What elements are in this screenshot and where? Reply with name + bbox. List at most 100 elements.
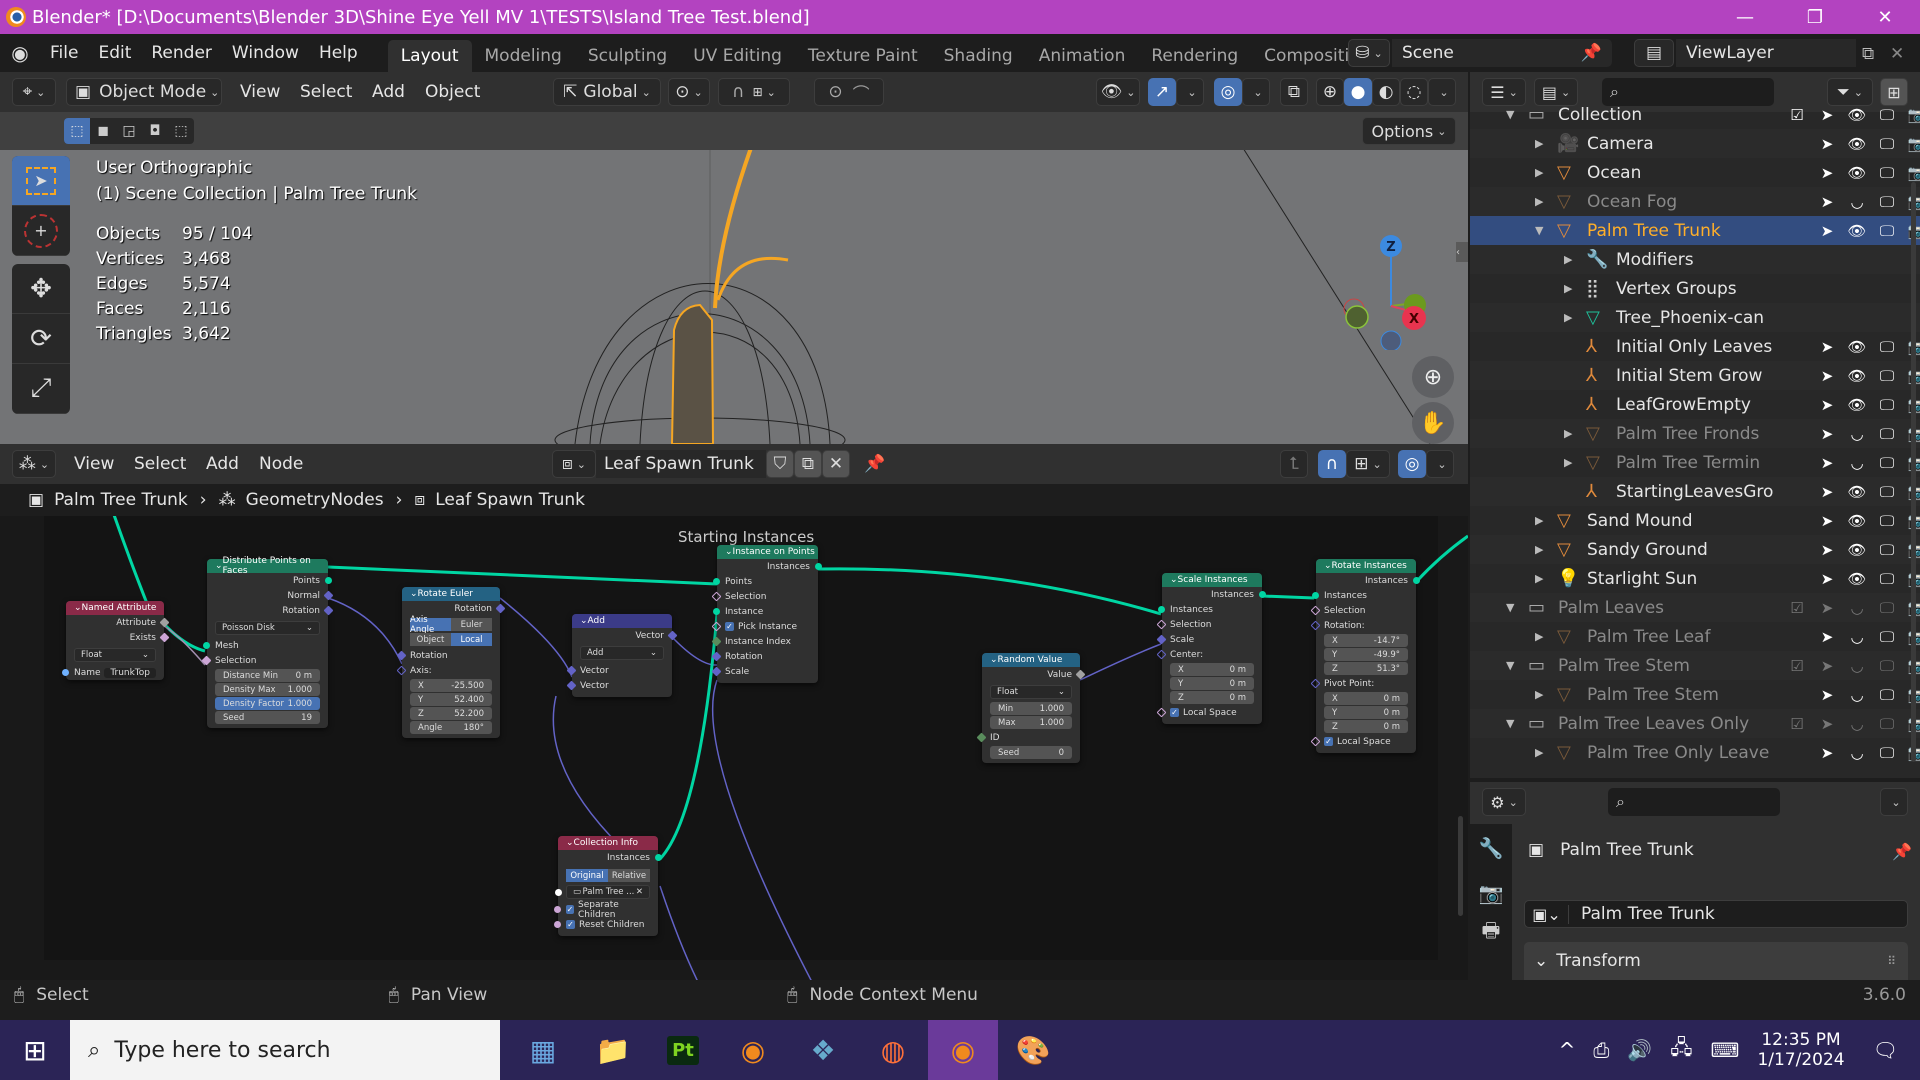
- eye-icon[interactable]: 👁: [1846, 512, 1868, 530]
- node-snap-toggle[interactable]: ∩: [1318, 450, 1346, 478]
- selectable-icon[interactable]: ➤: [1816, 686, 1838, 704]
- wireframe-shading-button[interactable]: ⊕: [1316, 78, 1344, 106]
- node-scale-instances[interactable]: ⌄ Scale Instances Instances Instances Se…: [1156, 573, 1266, 724]
- axis-z-field[interactable]: Z 52.200: [410, 707, 492, 720]
- separate-children-checkbox[interactable]: ✓: [566, 905, 574, 914]
- workspace-tab-texture-paint[interactable]: Texture Paint: [795, 40, 931, 72]
- expand-right-icon[interactable]: ▶: [1535, 514, 1543, 527]
- input-socket[interactable]: [1158, 606, 1165, 613]
- pin-icon[interactable]: 📌: [1892, 842, 1912, 861]
- viewport-display-icon[interactable]: 🖵: [1876, 541, 1898, 559]
- node-tree-browse-button[interactable]: ⧈ ⌄: [552, 450, 596, 478]
- selectable-icon[interactable]: ➤: [1816, 599, 1838, 617]
- node-header[interactable]: ⌄ Instance on Points: [717, 545, 818, 559]
- volume-icon[interactable]: 🔊: [1627, 1038, 1652, 1062]
- eye-closed-icon[interactable]: ◡: [1846, 599, 1868, 617]
- outliner-row[interactable]: ▼▽Palm Tree Trunk➤👁🖵📷: [1470, 216, 1920, 245]
- expand-right-icon[interactable]: ▶: [1535, 746, 1543, 759]
- select-invert-icon[interactable]: ◘: [142, 118, 168, 144]
- rotation-type-toggle[interactable]: Axis Angle Euler: [410, 615, 492, 635]
- expand-down-icon[interactable]: ▼: [1506, 108, 1514, 121]
- viewport-display-icon[interactable]: 🖵: [1876, 686, 1898, 704]
- eye-closed-icon[interactable]: ◡: [1846, 715, 1868, 733]
- viewport-display-icon[interactable]: 🖵: [1876, 657, 1898, 675]
- node-instance-on-points[interactable]: ⌄ Instance on Points Instances Points Se…: [711, 545, 822, 683]
- eye-icon[interactable]: 👁: [1846, 164, 1868, 182]
- selectable-icon[interactable]: ➤: [1816, 425, 1838, 443]
- axis-y-field[interactable]: Y 52.400: [410, 693, 492, 706]
- node-vector-add[interactable]: ⌄ Add Vector Add ⌄ Vector Vector: [566, 614, 678, 697]
- duplicate-tree-button[interactable]: ⧉: [794, 450, 822, 478]
- data-type-dropdown[interactable]: Float ⌄: [990, 685, 1072, 699]
- viewport-display-icon[interactable]: 🖵: [1876, 454, 1898, 472]
- outliner-row[interactable]: ▶▽Sandy Ground➤👁🖵📷: [1470, 535, 1920, 564]
- viewport-menu-view[interactable]: View: [230, 72, 290, 112]
- outliner-row[interactable]: ▶ ▽ Ocean ➤ 👁 🖵 📷: [1470, 158, 1920, 187]
- selectable-icon[interactable]: ➤: [1816, 715, 1838, 733]
- outliner-row[interactable]: ▶▽Palm Tree Leaf➤◡🖵📷: [1470, 622, 1920, 651]
- node-overlay-toggle[interactable]: ◎: [1398, 450, 1426, 478]
- selectable-icon[interactable]: ➤: [1816, 338, 1838, 356]
- viewport-display-icon[interactable]: 🖵: [1876, 570, 1898, 588]
- input-socket[interactable]: [713, 578, 720, 585]
- viewport-display-icon[interactable]: 🖵: [1876, 367, 1898, 385]
- node-tree-name-field[interactable]: Leaf Spawn Trunk: [596, 450, 766, 478]
- properties-options-dropdown[interactable]: ⌄: [1880, 788, 1908, 816]
- exclude-checkbox[interactable]: [1786, 454, 1808, 472]
- render-camera-icon[interactable]: 📷: [1906, 164, 1920, 182]
- close-button[interactable]: ✕: [1850, 0, 1920, 34]
- select-box-tool[interactable]: ➤: [12, 156, 70, 206]
- data-type-dropdown[interactable]: Float ⌄: [74, 648, 156, 662]
- output-socket[interactable]: [325, 577, 332, 584]
- unlink-tree-button[interactable]: ✕: [822, 450, 850, 478]
- taskbar-app-firefox[interactable]: ◍: [858, 1020, 928, 1080]
- input-socket[interactable]: [62, 669, 69, 676]
- selectable-icon[interactable]: ➤: [1816, 396, 1838, 414]
- outliner-row[interactable]: ▶▽Sand Mound➤👁🖵📷: [1470, 506, 1920, 535]
- input-socket[interactable]: [554, 921, 561, 928]
- eye-closed-icon[interactable]: ◡: [1846, 193, 1868, 211]
- local-space-checkbox[interactable]: ✓: [1324, 737, 1333, 746]
- viewport-menu-add[interactable]: Add: [362, 72, 415, 112]
- eye-closed-icon[interactable]: ◡: [1846, 425, 1868, 443]
- transform-space-toggle[interactable]: Original Relative: [566, 869, 650, 882]
- exclude-checkbox[interactable]: [1786, 338, 1808, 356]
- max-field[interactable]: Max 1.000: [990, 716, 1072, 729]
- expand-right-icon[interactable]: ▶: [1564, 456, 1572, 469]
- overlay-dropdown[interactable]: ⌄: [1242, 78, 1270, 106]
- reset-children-checkbox[interactable]: ✓: [566, 920, 575, 929]
- zoom-view-button[interactable]: ⊕: [1412, 356, 1454, 398]
- viewport-display-icon[interactable]: 🖵: [1876, 744, 1898, 762]
- properties-search-input[interactable]: ⌕: [1608, 788, 1780, 816]
- node-collection-info[interactable]: ⌄ Collection Info Instances Original Rela…: [554, 836, 662, 936]
- rotate-tool[interactable]: ⟳: [12, 314, 70, 364]
- select-subtract-icon[interactable]: ◲: [116, 118, 142, 144]
- option-relative[interactable]: Relative: [608, 869, 650, 882]
- center-x-field[interactable]: X 0 m: [1170, 663, 1254, 676]
- input-socket[interactable]: [554, 906, 561, 913]
- sidebar-toggle[interactable]: ‹: [1456, 242, 1468, 262]
- editor-type-button[interactable]: ⌖ ⌄: [12, 78, 56, 106]
- workspace-tab-uv-editing[interactable]: UV Editing: [680, 40, 795, 72]
- exclude-checkbox[interactable]: [1786, 744, 1808, 762]
- expand-right-icon[interactable]: ▶: [1535, 166, 1543, 179]
- outliner-row[interactable]: ▶▽Ocean Fog➤◡🖵📷: [1470, 187, 1920, 216]
- viewport-display-icon[interactable]: 🖵: [1876, 193, 1898, 211]
- outliner-row[interactable]: ▶ ⣿ Vertex Groups: [1470, 274, 1920, 303]
- viewport-display-icon[interactable]: 🖵: [1876, 599, 1898, 617]
- tab-output[interactable]: 🖶: [1470, 914, 1512, 952]
- cursor-tool[interactable]: +: [12, 206, 70, 256]
- taskbar-app-file-explorer[interactable]: 📁: [578, 1020, 648, 1080]
- center-y-field[interactable]: Y 0 m: [1170, 677, 1254, 690]
- input-socket[interactable]: [555, 888, 562, 896]
- distance-min-field[interactable]: Distance Min 0 m: [215, 669, 320, 682]
- selectable-icon[interactable]: ➤: [1816, 744, 1838, 762]
- start-button[interactable]: ⊞: [0, 1020, 70, 1080]
- outliner-row[interactable]: ⅄Initial Stem Grow➤👁🖵📷: [1470, 361, 1920, 390]
- outliner-row[interactable]: ⅄LeafGrowEmpty➤👁🖵📷: [1470, 390, 1920, 419]
- viewport-menu-select[interactable]: Select: [290, 72, 362, 112]
- viewport-menu-object[interactable]: Object: [415, 72, 490, 112]
- outliner-row[interactable]: ▶▽Palm Tree Fronds➤◡🖵📷: [1470, 419, 1920, 448]
- eye-closed-icon[interactable]: ◡: [1846, 628, 1868, 646]
- viewport-display-icon[interactable]: 🖵: [1876, 715, 1898, 733]
